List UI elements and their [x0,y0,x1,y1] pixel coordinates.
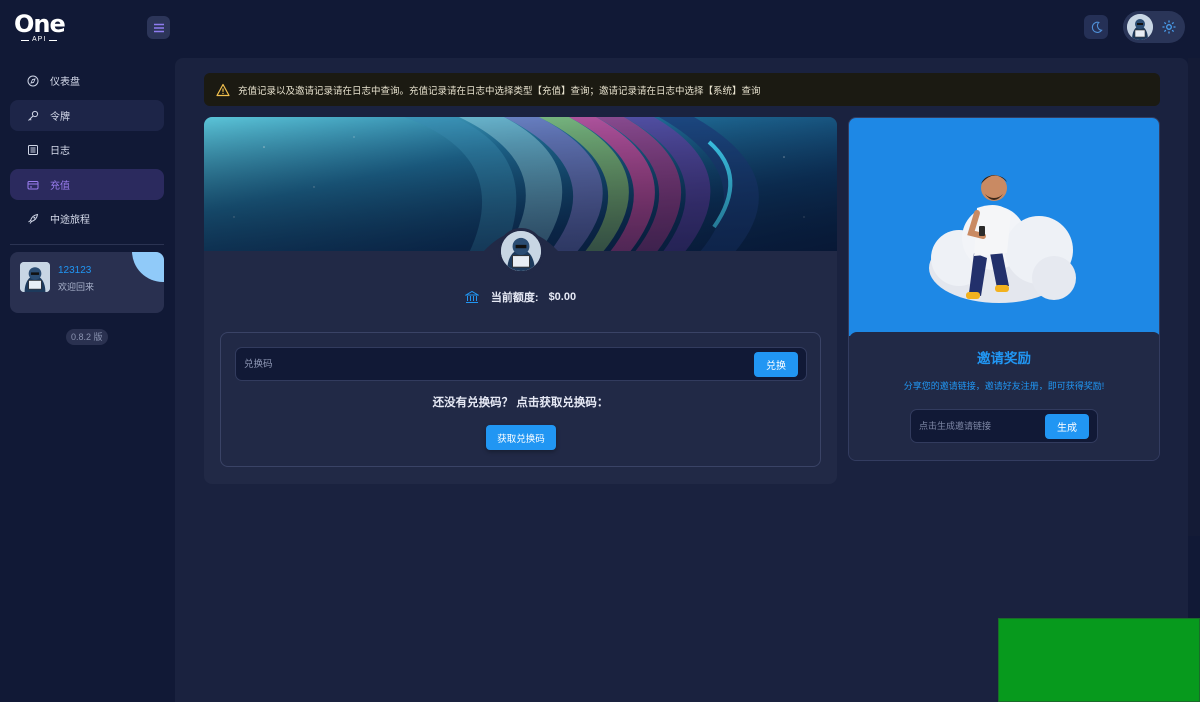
sidebar-item-dashboard[interactable]: 仪表盘 [10,65,164,96]
menu-icon [153,23,164,32]
sidebar-item-label: 充值 [50,181,70,192]
profile-menu-button[interactable] [1123,11,1185,43]
dashboard-icon [26,74,39,87]
green-overlay-box [998,618,1200,702]
top-header: One API [0,0,1200,58]
sidebar-divider [10,244,164,245]
warning-icon [216,83,230,96]
logo-subtext: API [20,36,58,43]
sidebar-item-tokens[interactable]: 令牌 [10,100,164,131]
sidebar-item-topup[interactable]: 充值 [10,169,164,200]
gear-icon [1162,20,1176,34]
sidebar-item-midjourney[interactable]: 中途旅程 [10,203,164,234]
balance-display: 当前额度: $0.00 [204,289,837,305]
generate-button[interactable]: 生成 [1045,414,1089,439]
sidebar-item-label: 令牌 [50,112,70,123]
balance-value: $0.00 [548,291,577,303]
logo-text: One [14,10,66,38]
get-code-button[interactable]: 获取兑换码 [486,425,556,450]
log-icon [26,143,39,156]
rocket-icon [26,212,39,225]
app-logo[interactable]: One API [14,10,74,46]
menu-toggle-button[interactable] [147,16,170,39]
redeem-section: 兑换 还没有兑换码？ 点击获取兑换码： 获取兑换码 [220,332,821,467]
sidebar-item-logs[interactable]: 日志 [10,134,164,165]
welcome-text: 欢迎回来 [58,282,95,292]
theme-toggle-button[interactable] [1084,15,1108,39]
balance-label: 当前额度: [490,292,539,304]
alert-text: 充值记录以及邀请记录请在日志中查询。充值记录请在日志中选择类型【充值】查询；邀请… [238,85,761,97]
redeem-code-field: 兑换 [235,347,807,381]
invite-card: 邀请奖励 分享您的邀请链接，邀请好友注册，即可获得奖励! 生成 [848,117,1160,461]
invite-link-input[interactable] [919,410,1039,442]
bank-icon [464,290,479,303]
invite-illustration [849,118,1159,336]
no-code-text: 还没有兑换码？ 点击获取兑换码： [432,397,609,409]
avatar [20,262,50,292]
redeem-button[interactable]: 兑换 [754,352,798,377]
sidebar-item-label: 中途旅程 [50,215,90,226]
redeem-code-input[interactable] [244,348,744,380]
invite-title: 邀请奖励 [977,351,1031,366]
key-icon [26,109,39,122]
wallet-icon [26,178,39,191]
moon-icon [1091,21,1103,33]
invite-subtitle: 分享您的邀请链接，邀请好友注册，即可获得奖励! [903,381,1105,391]
scrollbar[interactable] [1188,58,1200,536]
user-card: 123123 欢迎回来 [10,252,164,313]
sidebar-item-label: 仪表盘 [50,77,80,88]
decorative-blob [132,252,164,282]
avatar [498,228,544,274]
info-alert: 充值记录以及邀请记录请在日志中查询。充值记录请在日志中选择类型【充值】查询；邀请… [204,73,1160,106]
person-on-cloud-illustration [929,175,1076,303]
topup-card: 当前额度: $0.00 兑换 还没有兑换码？ 点击获取兑换码： 获取兑换码 [204,117,837,484]
sidebar-item-label: 日志 [50,146,70,157]
sidebar: 仪表盘 令牌 日志 充值 中途旅程 123123 欢迎回来 0.8.2 版 [0,58,175,702]
version-badge: 0.8.2 版 [66,329,108,345]
invite-link-field: 生成 [910,409,1098,443]
avatar [1127,14,1153,40]
username: 123123 [58,265,92,276]
